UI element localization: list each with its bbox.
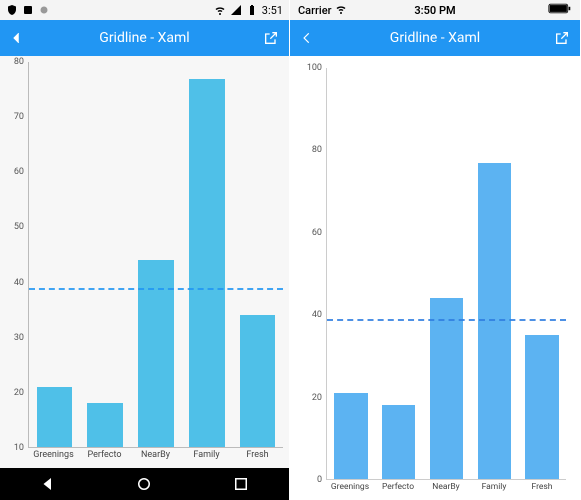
- shield-icon: [6, 4, 18, 16]
- x-tick-label: NearBy: [422, 480, 470, 500]
- bar: [525, 335, 558, 479]
- bar-column: [80, 62, 131, 447]
- bar-group: [29, 62, 283, 447]
- carrier-label: Carrier: [298, 4, 331, 17]
- bar: [240, 315, 276, 447]
- y-tick-label: 80: [312, 145, 322, 155]
- x-axis: GreeningsPerfectoNearByFamilyFresh: [28, 448, 283, 468]
- bar: [430, 298, 463, 479]
- status-left-icons: [6, 4, 50, 16]
- android-device: 3:51 Gridline - Xaml 10 20 30 40 50 60 70 80 Gr…: [0, 0, 290, 500]
- y-tick-label: 40: [312, 310, 322, 320]
- y-tick-label: 40: [14, 278, 24, 288]
- bar: [189, 79, 225, 448]
- x-tick-label: NearBy: [130, 448, 181, 468]
- y-tick-label: 60: [312, 228, 322, 238]
- ios-chart: 0 20 40 60 80 100 GreeningsPerfectoNearByFami…: [290, 56, 580, 500]
- bar-column: [470, 68, 518, 479]
- x-tick-label: Fresh: [232, 448, 283, 468]
- status-right-icons: 3:51: [214, 4, 283, 17]
- circle-icon: [38, 4, 50, 16]
- external-link-icon[interactable]: [263, 30, 279, 46]
- plot-area: [28, 62, 283, 448]
- bar-group: [327, 68, 566, 479]
- wifi-icon: [214, 4, 226, 16]
- ios-status-bar: Carrier 3:50 PM: [290, 0, 580, 20]
- stripline: [29, 288, 283, 290]
- bar-column: [518, 68, 566, 479]
- y-tick-label: 30: [14, 333, 24, 343]
- bar-column: [29, 62, 80, 447]
- ios-device: Carrier 3:50 PM Gridline - Xaml 0 20 40 60 8…: [290, 0, 580, 500]
- plot-area: [326, 68, 566, 480]
- y-tick-label: 80: [14, 57, 24, 67]
- page-title: Gridline - Xaml: [390, 30, 480, 46]
- bar-column: [375, 68, 423, 479]
- x-tick-label: Perfecto: [79, 448, 130, 468]
- y-tick-label: 100: [307, 63, 322, 73]
- back-icon[interactable]: [10, 31, 24, 45]
- wifi-icon: [335, 3, 347, 18]
- x-tick-label: Greenings: [326, 480, 374, 500]
- bar-column: [181, 62, 232, 447]
- page-title: Gridline - Xaml: [99, 30, 189, 46]
- y-axis: 020406080100: [298, 62, 326, 480]
- bar: [87, 403, 123, 447]
- stripline: [327, 319, 566, 321]
- nav-back-icon[interactable]: [39, 475, 57, 493]
- y-tick-label: 70: [14, 112, 24, 122]
- x-tick-label: Perfecto: [374, 480, 422, 500]
- nav-home-icon[interactable]: [135, 475, 153, 493]
- android-chart: 10 20 30 40 50 60 70 80 GreeningsPerfectoNearBy…: [0, 56, 289, 468]
- y-tick-label: 20: [14, 388, 24, 398]
- status-left: Carrier: [298, 3, 347, 18]
- x-tick-label: Family: [181, 448, 232, 468]
- y-tick-label: 10: [14, 443, 24, 453]
- external-link-icon[interactable]: [554, 30, 570, 46]
- y-tick-label: 20: [312, 393, 322, 403]
- bar: [382, 405, 415, 479]
- bar: [334, 393, 367, 479]
- android-nav-bar: [0, 468, 289, 500]
- x-tick-label: Greenings: [28, 448, 79, 468]
- x-tick-label: Family: [470, 480, 518, 500]
- nav-recent-icon[interactable]: [232, 475, 250, 493]
- ios-title-bar: Gridline - Xaml: [290, 20, 580, 56]
- bar-column: [327, 68, 375, 479]
- comparison-stage: 3:51 Gridline - Xaml 10 20 30 40 50 60 70 80 Gr…: [0, 0, 581, 500]
- status-time: 3:50 PM: [414, 4, 455, 17]
- bar-column: [131, 62, 182, 447]
- bar-column: [232, 62, 283, 447]
- android-status-bar: 3:51: [0, 0, 289, 20]
- signal-icon: [230, 4, 242, 16]
- battery-icon: [548, 3, 572, 17]
- bar: [478, 163, 511, 479]
- bar-column: [423, 68, 471, 479]
- app-badge-icon: [22, 4, 34, 16]
- y-tick-label: 60: [14, 167, 24, 177]
- bar: [37, 387, 73, 448]
- android-title-bar: Gridline - Xaml: [0, 20, 289, 56]
- status-time: 3:51: [262, 4, 283, 17]
- y-axis: 1020304050607080: [0, 56, 28, 448]
- x-tick-label: Fresh: [518, 480, 566, 500]
- y-tick-label: 0: [317, 475, 322, 485]
- x-axis: GreeningsPerfectoNearByFamilyFresh: [326, 480, 566, 500]
- back-icon[interactable]: [300, 31, 314, 45]
- battery-icon: [246, 4, 258, 16]
- y-tick-label: 50: [14, 222, 24, 232]
